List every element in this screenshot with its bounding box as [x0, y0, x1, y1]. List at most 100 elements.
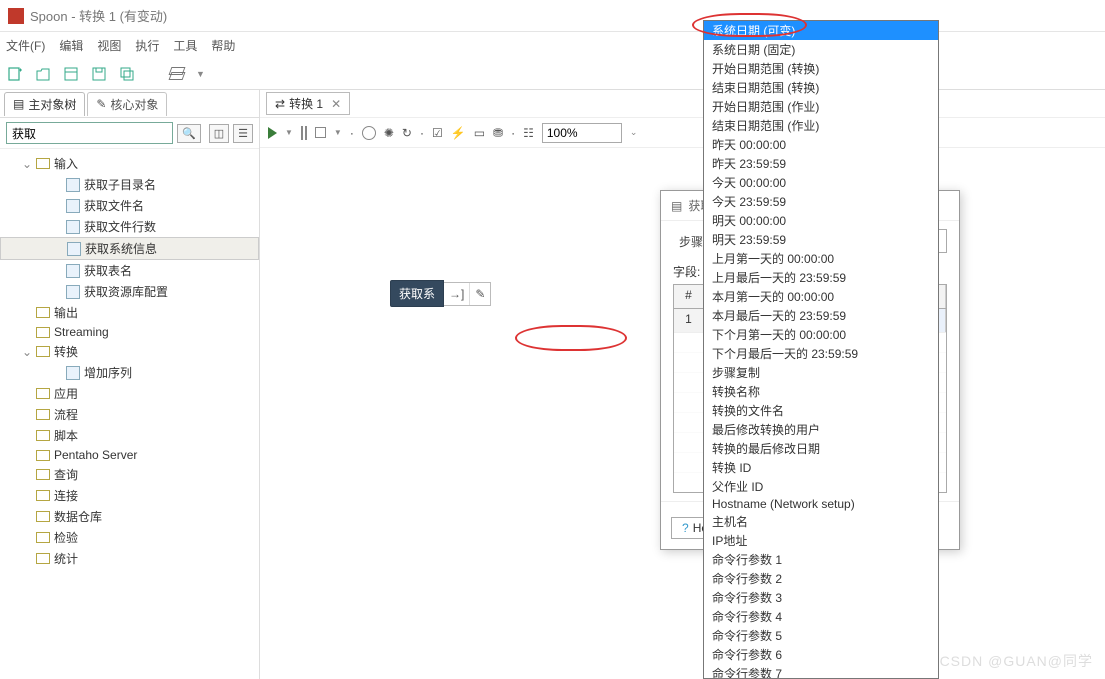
collapse-all-icon[interactable]: ☰: [233, 124, 253, 143]
dropdown-item[interactable]: 命令行参数 6: [704, 645, 938, 664]
search-input[interactable]: [6, 122, 173, 144]
menu-item[interactable]: 工具: [173, 37, 197, 54]
chevron-down-icon[interactable]: ⌄: [630, 127, 638, 138]
dropdown-item[interactable]: 上月第一天的 00:00:00: [704, 249, 938, 268]
dropdown-item[interactable]: 命令行参数 4: [704, 607, 938, 626]
tree-folder[interactable]: 检验: [0, 527, 259, 548]
dropdown-item[interactable]: 最后修改转换的用户: [704, 420, 938, 439]
save-icon[interactable]: [90, 65, 108, 83]
dropdown-item[interactable]: 明天 00:00:00: [704, 211, 938, 230]
tree-step[interactable]: 获取文件名: [0, 195, 259, 216]
tree-step[interactable]: 获取表名: [0, 260, 259, 281]
sql-icon[interactable]: ▭: [474, 126, 485, 140]
tree-folder[interactable]: ⌄转换: [0, 341, 259, 362]
tree-folder[interactable]: 脚本: [0, 425, 259, 446]
dropdown-item[interactable]: 昨天 00:00:00: [704, 135, 938, 154]
step-icon: [66, 178, 80, 192]
dropdown-item[interactable]: 命令行参数 3: [704, 588, 938, 607]
step-input-icon[interactable]: →]: [444, 283, 470, 305]
debug-icon[interactable]: ✺: [384, 126, 394, 140]
menu-item[interactable]: 文件(F): [6, 37, 45, 54]
dropdown-item[interactable]: 命令行参数 7: [704, 664, 938, 678]
canvas-step[interactable]: 获取系 →] ✎: [390, 280, 491, 307]
pause-icon[interactable]: [301, 126, 303, 140]
dropdown-item[interactable]: 结束日期范围 (作业): [704, 116, 938, 135]
dropdown-item[interactable]: 本月最后一天的 23:59:59: [704, 306, 938, 325]
dropdown-item[interactable]: 今天 00:00:00: [704, 173, 938, 192]
dropdown-item[interactable]: 系统日期 (固定): [704, 40, 938, 59]
chevron-down-icon[interactable]: ▼: [285, 128, 293, 137]
chevron-down-icon[interactable]: ▼: [334, 128, 342, 137]
menu-item[interactable]: 编辑: [59, 37, 83, 54]
zoom-select[interactable]: [542, 123, 622, 143]
dropdown-item[interactable]: 主机名: [704, 512, 938, 531]
dropdown-item[interactable]: 昨天 23:59:59: [704, 154, 938, 173]
tree-label: 脚本: [54, 427, 78, 444]
dropdown-item[interactable]: 命令行参数 1: [704, 550, 938, 569]
run-icon[interactable]: [268, 127, 277, 139]
tree-folder[interactable]: 连接: [0, 485, 259, 506]
tree-folder[interactable]: 查询: [0, 464, 259, 485]
close-icon[interactable]: ✕: [331, 97, 341, 111]
new-file-icon[interactable]: [6, 65, 24, 83]
dropdown-item[interactable]: 开始日期范围 (转换): [704, 59, 938, 78]
dropdown-item[interactable]: 上月最后一天的 23:59:59: [704, 268, 938, 287]
tree-step[interactable]: 获取资源库配置: [0, 281, 259, 302]
tree-folder[interactable]: 应用: [0, 383, 259, 404]
dropdown-item[interactable]: 转换的文件名: [704, 401, 938, 420]
canvas-tab[interactable]: ⇄ 转换 1 ✕: [266, 92, 350, 115]
tree-step[interactable]: 获取子目录名: [0, 174, 259, 195]
tree-label: 检验: [54, 529, 78, 546]
dropdown-item[interactable]: 父作业 ID: [704, 477, 938, 496]
tab-main-objects[interactable]: ▤ 主对象树: [4, 92, 85, 116]
verify-icon[interactable]: ☑: [432, 126, 443, 140]
dropdown-item[interactable]: 转换 ID: [704, 458, 938, 477]
save-as-icon[interactable]: [118, 65, 136, 83]
folder-icon: [36, 409, 50, 420]
open-icon[interactable]: [34, 65, 52, 83]
dropdown-item[interactable]: 转换名称: [704, 382, 938, 401]
tree-step[interactable]: 获取文件行数: [0, 216, 259, 237]
folder-icon: [36, 430, 50, 441]
dropdown-item[interactable]: 今天 23:59:59: [704, 192, 938, 211]
dropdown-item[interactable]: IP地址: [704, 531, 938, 550]
explore-icon[interactable]: [62, 65, 80, 83]
tree-step[interactable]: 获取系统信息: [0, 237, 259, 260]
dropdown-item[interactable]: 转换的最后修改日期: [704, 439, 938, 458]
dropdown-item[interactable]: 结束日期范围 (转换): [704, 78, 938, 97]
clear-search-icon[interactable]: 🔍: [177, 124, 201, 143]
dropdown-item[interactable]: 下个月第一天的 00:00:00: [704, 325, 938, 344]
tree-folder[interactable]: ⌄输入: [0, 153, 259, 174]
dropdown-item[interactable]: 下个月最后一天的 23:59:59: [704, 344, 938, 363]
menu-item[interactable]: 执行: [135, 37, 159, 54]
tab-core-objects[interactable]: ✎ 核心对象: [87, 92, 167, 116]
expand-all-icon[interactable]: ◫: [209, 124, 229, 143]
dropdown-item[interactable]: 开始日期范围 (作业): [704, 97, 938, 116]
impact-icon[interactable]: ⚡: [451, 126, 466, 140]
tree-folder[interactable]: 输出: [0, 302, 259, 323]
layers-icon[interactable]: [168, 65, 186, 83]
dropdown-item[interactable]: 步骤复制: [704, 363, 938, 382]
dropdown-list[interactable]: 系统日期 (可变)系统日期 (固定)开始日期范围 (转换)结束日期范围 (转换)…: [704, 21, 938, 678]
dropdown-item[interactable]: 命令行参数 2: [704, 569, 938, 588]
menu-item[interactable]: 帮助: [211, 37, 235, 54]
tree-step[interactable]: 增加序列: [0, 362, 259, 383]
menu-item[interactable]: 视图: [97, 37, 121, 54]
step-edit-icon[interactable]: ✎: [470, 283, 490, 305]
dropdown-item[interactable]: 明天 23:59:59: [704, 230, 938, 249]
dropdown-item[interactable]: 本月第一天的 00:00:00: [704, 287, 938, 306]
explore-db-icon[interactable]: ⛃: [493, 126, 503, 140]
dropdown-item[interactable]: 系统日期 (可变): [704, 21, 938, 40]
preview-icon[interactable]: [362, 126, 376, 140]
show-results-icon[interactable]: ☷: [523, 126, 534, 140]
dropdown-item[interactable]: Hostname (Network setup): [704, 496, 938, 512]
replay-icon[interactable]: ↻: [402, 126, 412, 140]
tree-folder[interactable]: 数据仓库: [0, 506, 259, 527]
tree-folder[interactable]: Streaming: [0, 323, 259, 341]
stop-icon[interactable]: [315, 127, 326, 138]
tree-folder[interactable]: Pentaho Server: [0, 446, 259, 464]
tree-folder[interactable]: 统计: [0, 548, 259, 569]
chevron-down-icon[interactable]: ▼: [196, 69, 205, 79]
tree-folder[interactable]: 流程: [0, 404, 259, 425]
dropdown-item[interactable]: 命令行参数 5: [704, 626, 938, 645]
